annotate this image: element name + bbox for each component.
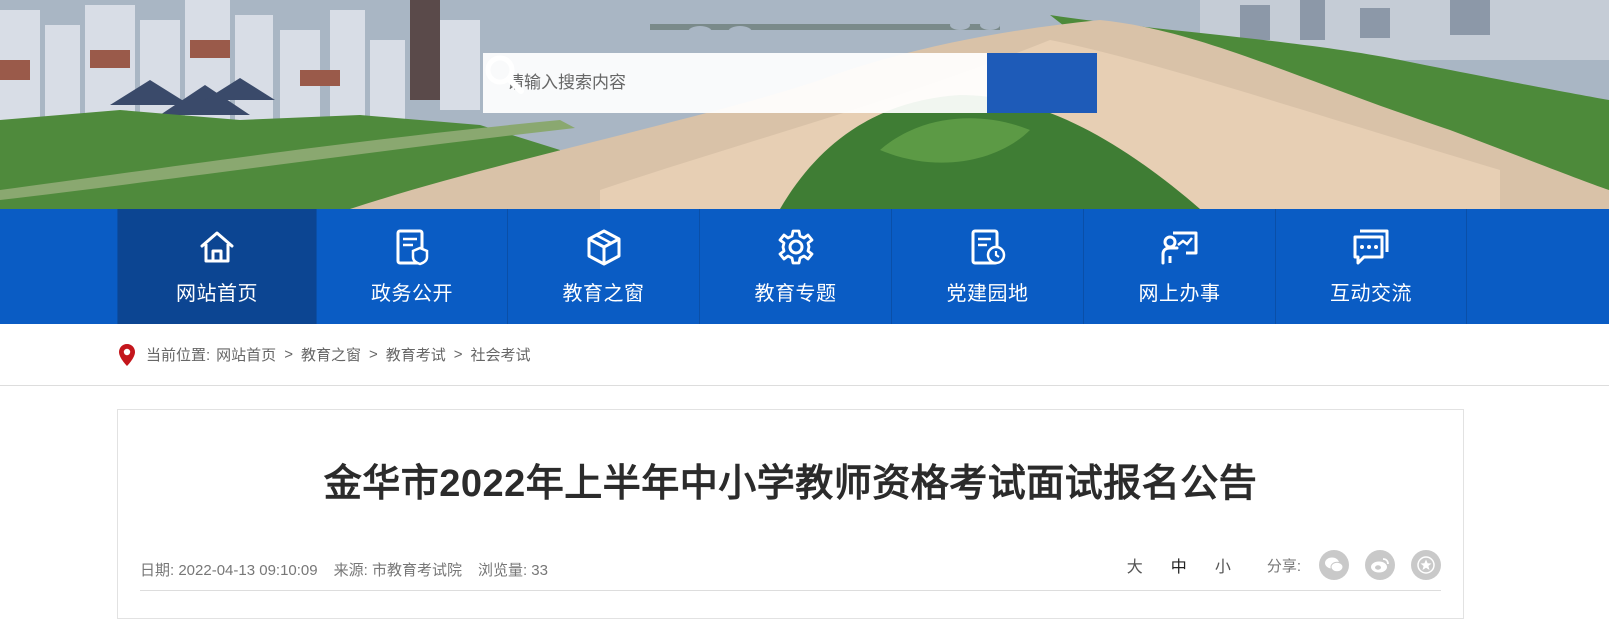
nav-item-online-services[interactable]: 网上办事 [1083, 209, 1275, 324]
breadcrumb-link-education-window[interactable]: 教育之窗 [301, 344, 361, 365]
cube-icon [587, 229, 620, 266]
breadcrumb-link-home[interactable]: 网站首页 [216, 344, 276, 365]
main-navigation: 网站首页 政务公开 教育之窗 教育专题 党建园地 网上办事 互动交流 [0, 209, 1609, 324]
search-button[interactable] [485, 53, 1097, 113]
breadcrumb-link-education-exams[interactable]: 教育考试 [386, 344, 446, 365]
article-tools: 大 中 小 分享: [1113, 550, 1441, 580]
article-title: 金华市2022年上半年中小学教师资格考试面试报名公告 [323, 463, 1258, 505]
share-favorite-button[interactable] [1411, 550, 1441, 580]
font-size-small-button[interactable]: 小 [1215, 553, 1231, 577]
search-input[interactable] [483, 53, 987, 113]
nav-item-government-affairs[interactable]: 政务公开 [316, 209, 507, 324]
star-icon [1417, 556, 1435, 574]
nav-item-education-window[interactable]: 教育之窗 [507, 209, 699, 324]
share-wechat-button[interactable] [1319, 550, 1349, 580]
nav-item-label: 网站首页 [176, 283, 258, 305]
meta-divider [140, 590, 1441, 591]
nav-item-party-building[interactable]: 党建园地 [891, 209, 1083, 324]
home-icon [200, 231, 234, 263]
chat-bubble-icon [1353, 229, 1389, 265]
share-weibo-button[interactable] [1365, 550, 1395, 580]
presenter-chart-icon [1161, 231, 1197, 265]
breadcrumb-bar: 当前位置: 网站首页 > 教育之窗 > 教育考试 > 社会考试 [0, 324, 1609, 386]
font-size-medium-button[interactable]: 中 [1171, 553, 1187, 577]
article-views: 浏览量: 33 [477, 562, 548, 579]
nav-item-label: 党建园地 [946, 283, 1029, 305]
search-icon [485, 55, 524, 94]
header-banner [0, 0, 1609, 209]
breadcrumb: 当前位置: 网站首页 > 教育之窗 > 教育考试 > 社会考试 [118, 324, 531, 385]
wechat-icon [1325, 557, 1344, 573]
nav-item-label: 互动交流 [1330, 283, 1412, 305]
breadcrumb-separator: > [453, 346, 463, 363]
gear-icon [778, 229, 813, 265]
document-clock-icon [971, 229, 1005, 265]
search-box [483, 53, 1097, 113]
location-pin-icon [118, 343, 136, 367]
article-meta: 日期: 2022-04-13 09:10:09 来源: 市教育考试院 浏览量: … [140, 559, 548, 580]
breadcrumb-separator: > [284, 346, 293, 363]
nav-item-label: 教育专题 [754, 283, 837, 305]
article-date: 日期: 2022-04-13 09:10:09 [140, 562, 318, 579]
document-shield-icon [396, 229, 429, 266]
article-source: 来源: 市教育考试院 [333, 562, 462, 579]
nav-item-interaction[interactable]: 互动交流 [1275, 209, 1467, 324]
share-label: 分享: [1266, 557, 1301, 575]
nav-item-label: 政务公开 [371, 283, 453, 305]
weibo-icon [1371, 558, 1389, 573]
breadcrumb-prefix: 当前位置: [146, 347, 211, 364]
nav-item-label: 教育之窗 [562, 283, 645, 305]
nav-item-home[interactable]: 网站首页 [117, 209, 316, 324]
nav-item-label: 网上办事 [1138, 283, 1221, 305]
article-container: 金华市2022年上半年中小学教师资格考试面试报名公告 日期: 2022-04-1… [117, 409, 1464, 619]
font-size-large-button[interactable]: 大 [1127, 553, 1143, 577]
breadcrumb-separator: > [368, 346, 378, 363]
nav-item-education-topics[interactable]: 教育专题 [699, 209, 891, 324]
breadcrumb-link-social-exams[interactable]: 社会考试 [471, 344, 531, 365]
